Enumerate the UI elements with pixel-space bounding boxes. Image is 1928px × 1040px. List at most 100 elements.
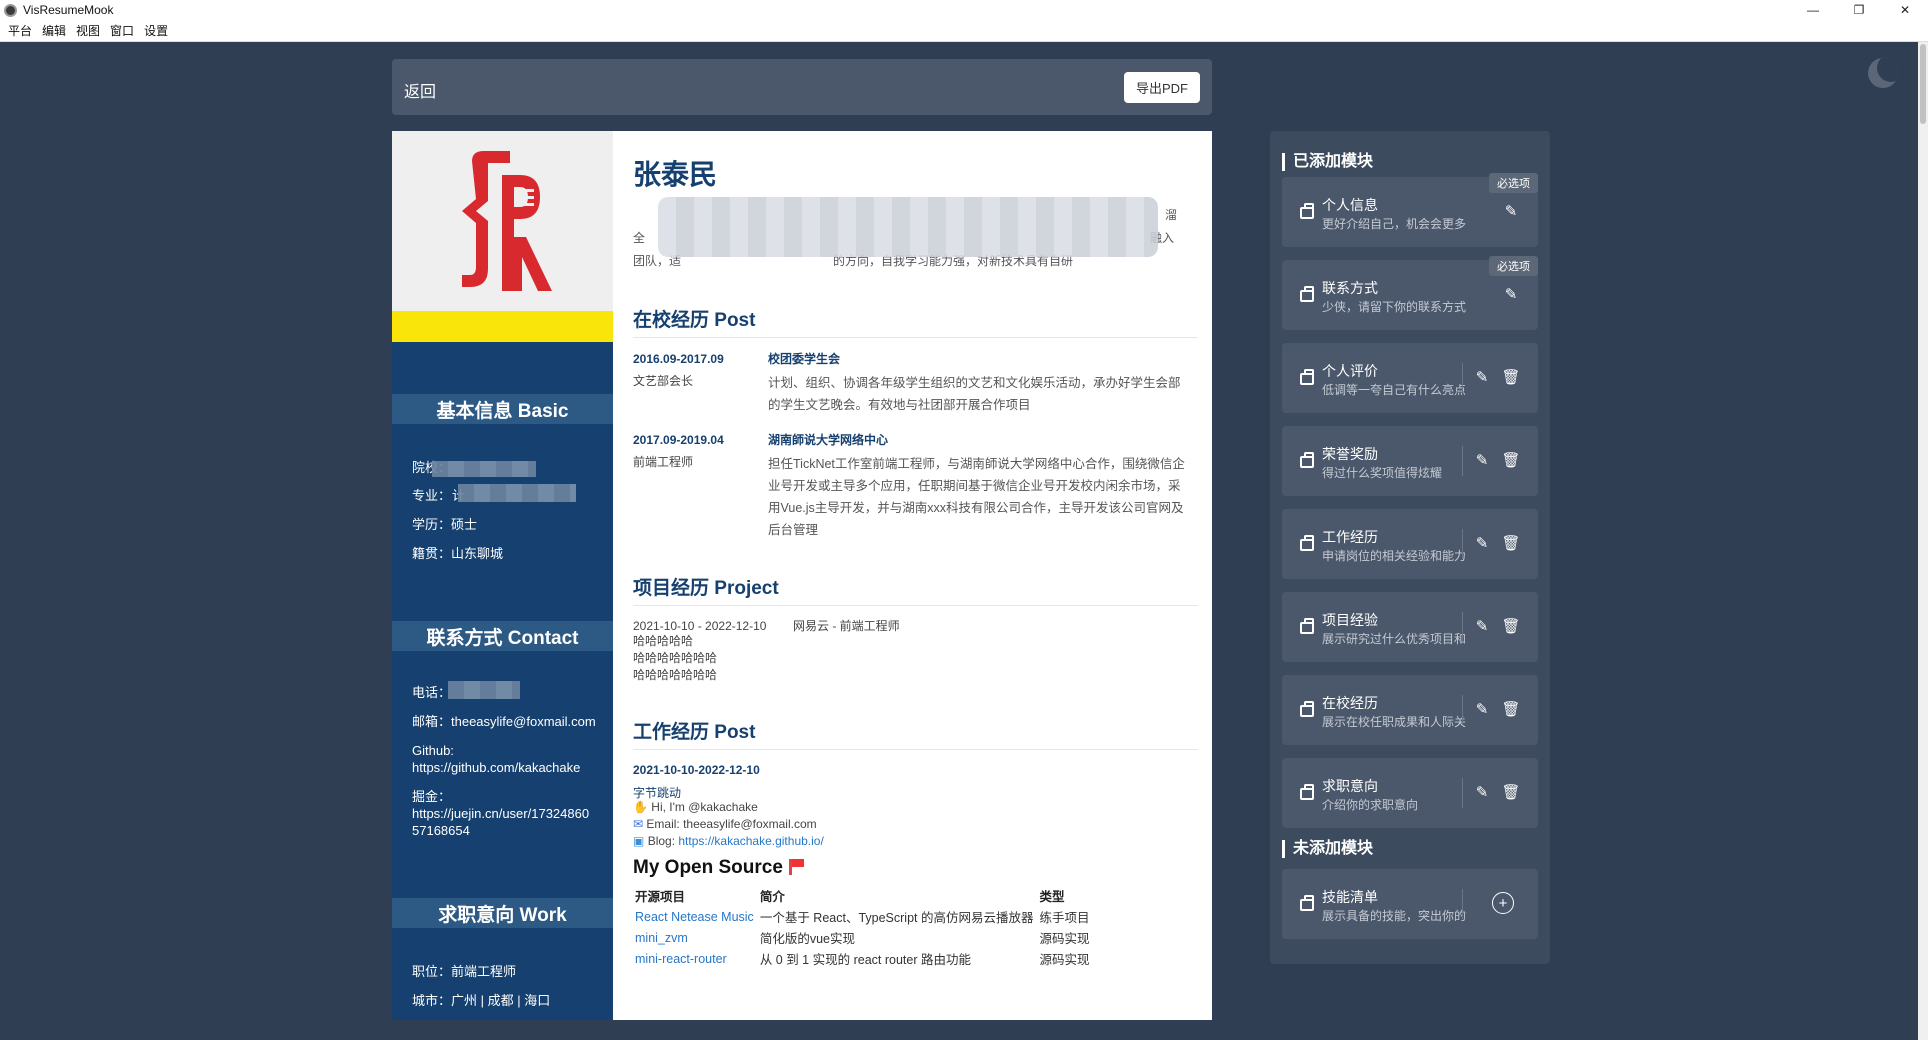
table-header: 开源项目: [635, 890, 686, 904]
module-icon: [1300, 701, 1314, 717]
window-titlebar: VisResumeMook — ❐ ✕: [0, 0, 1928, 20]
edit-icon[interactable]: ✎: [1471, 698, 1493, 720]
edit-icon[interactable]: ✎: [1500, 283, 1522, 305]
edit-icon[interactable]: ✎: [1471, 366, 1493, 388]
menu-edit[interactable]: 编辑: [42, 22, 66, 39]
module-icon: [1300, 535, 1314, 551]
module-name: 荣誉奖励: [1322, 446, 1378, 462]
edit-icon[interactable]: ✎: [1471, 449, 1493, 471]
edit-icon[interactable]: ✎: [1471, 781, 1493, 803]
menu-settings[interactable]: 设置: [144, 22, 168, 39]
scrollbar-thumb[interactable]: [1920, 44, 1926, 124]
work-blog-link[interactable]: https://kakachake.github.io/: [678, 834, 823, 848]
table-header-row: 开源项目 简介 类型: [633, 885, 1093, 906]
trash-icon[interactable]: 🗑: [1500, 366, 1522, 388]
degree: 学历：硕士: [412, 517, 478, 532]
unadded-modules-title: 未添加模块: [1282, 840, 1373, 858]
module-item-skills[interactable]: 技能清单 展示具备的技能，突出你的能力 +: [1282, 869, 1538, 939]
back-button[interactable]: 返回: [404, 78, 436, 102]
redacted-school: [432, 461, 536, 477]
module-item-honors[interactable]: 荣誉奖励 得过什么奖项值得炫耀 ✎ 🗑: [1282, 426, 1538, 496]
module-item-personal-info[interactable]: 必选项 个人信息 更好介绍自己，机会会更多 ✎: [1282, 173, 1538, 247]
required-badge: 必选项: [1489, 173, 1538, 193]
module-item-job-intent[interactable]: 求职意向 介绍你的求职意向 ✎ 🗑: [1282, 758, 1538, 828]
theme-toggle-moon-icon[interactable]: [1868, 58, 1898, 88]
work-blog-line: ▣ Blog: https://kakachake.github.io/: [633, 833, 824, 850]
edit-icon[interactable]: ✎: [1500, 200, 1522, 222]
module-icon: [1300, 895, 1314, 911]
intro-fragment: 溜: [1165, 208, 1178, 222]
trash-icon[interactable]: 🗑: [1500, 532, 1522, 554]
module-item-contact[interactable]: 必选项 联系方式 少侠，请留下你的联系方式 ✎: [1282, 256, 1538, 330]
required-badge: 必选项: [1489, 256, 1538, 276]
redacted-major: [458, 484, 576, 502]
menu-platform[interactable]: 平台: [8, 22, 32, 39]
juejin-url-1[interactable]: https://juejin.cn/user/17324860: [412, 805, 607, 822]
accent-band: [392, 311, 613, 342]
menu-window[interactable]: 窗口: [110, 22, 134, 39]
module-desc: 介绍你的求职意向: [1322, 798, 1419, 812]
mailbox-icon: ✉: [633, 817, 644, 831]
work-email-line: ✉ Email: theeasylife@foxmail.com: [633, 816, 817, 833]
intent-position: 职位：前端工程师: [412, 964, 517, 979]
module-item-work-exp[interactable]: 工作经历 申请岗位的相关经验和能力 ✎ 🗑: [1282, 509, 1538, 579]
divider: [1462, 529, 1463, 559]
module-icon: [1300, 286, 1314, 302]
table-cell: 练手项目: [1039, 911, 1090, 925]
module-desc: 得过什么奖项值得炫耀: [1322, 466, 1443, 480]
work-section-title: 工作经历 Post: [633, 722, 756, 743]
menubar: 平台 编辑 视图 窗口 设置: [0, 20, 1928, 42]
divider: [633, 749, 1198, 750]
window-title: VisResumeMook: [23, 3, 114, 17]
module-desc: 展示研究过什么优秀项目和: [1322, 632, 1467, 646]
campus-role: 前端工程师: [633, 455, 694, 469]
module-panel: 已添加模块 必选项 个人信息 更好介绍自己，机会会更多 ✎ 必选项 联系方式 少…: [1270, 131, 1550, 964]
work-intent-header: 求职意向 Work: [392, 898, 613, 928]
minimize-button[interactable]: —: [1790, 0, 1836, 20]
project-link[interactable]: mini-react-router: [633, 948, 758, 969]
juejin-label: 掘金：: [412, 789, 452, 804]
trash-icon[interactable]: 🗑: [1500, 449, 1522, 471]
redacted-phone: [448, 681, 520, 699]
divider: [1462, 778, 1463, 808]
github-label: Github:: [412, 743, 454, 758]
edit-icon[interactable]: ✎: [1471, 615, 1493, 637]
module-item-projects[interactable]: 项目经验 展示研究过什么优秀项目和 ✎ 🗑: [1282, 592, 1538, 662]
module-name: 求职意向: [1322, 778, 1378, 794]
campus-desc: 担任TickNet工作室前端工程师，与湖南師说大学网络中心合作，围绕微信企业号开…: [768, 457, 1185, 537]
module-item-self-eval[interactable]: 个人评价 低调等一夸自己有什么亮点 ✎ 🗑: [1282, 343, 1538, 413]
flag-icon: [788, 859, 804, 875]
github-url[interactable]: https://github.com/kakachake: [412, 759, 607, 776]
module-icon: [1300, 452, 1314, 468]
edit-icon[interactable]: ✎: [1471, 532, 1493, 554]
module-item-campus[interactable]: 在校经历 展示在校任职成果和人际关 ✎ 🗑: [1282, 675, 1538, 745]
trash-icon[interactable]: 🗑: [1500, 781, 1522, 803]
module-desc: 更好介绍自己，机会会更多: [1322, 217, 1467, 231]
close-button[interactable]: ✕: [1882, 0, 1928, 20]
maximize-button[interactable]: ❐: [1836, 0, 1882, 20]
monitor-icon: ▣: [633, 834, 645, 848]
basic-info-header: 基本信息 Basic: [392, 394, 613, 424]
add-circle-icon[interactable]: +: [1492, 892, 1514, 914]
table-cell: 一个基于 React、TypeScript 的高仿网易云播放器: [759, 911, 1034, 925]
trash-icon[interactable]: 🗑: [1500, 698, 1522, 720]
table-cell: 源码实现: [1039, 932, 1090, 946]
juejin-url-2[interactable]: 57168654: [412, 822, 607, 839]
project-line: 哈哈哈哈哈哈哈: [633, 668, 718, 682]
export-pdf-button[interactable]: 导出PDF: [1123, 72, 1200, 103]
resume-preview: 基本信息 Basic 院校： 专业： 计 学历：硕士 籍贯：山东聊城 联系方式 …: [392, 131, 1212, 1020]
trash-icon[interactable]: 🗑: [1500, 615, 1522, 637]
divider: [1462, 446, 1463, 476]
logo-icon: [462, 151, 552, 291]
project-company: 网易云 - 前端工程师: [793, 619, 900, 633]
menu-view[interactable]: 视图: [76, 22, 100, 39]
page-scrollbar[interactable]: [1918, 42, 1928, 1040]
divider: [633, 337, 1198, 338]
project-line: 哈哈哈哈哈哈哈: [633, 651, 718, 665]
module-name: 在校经历: [1322, 695, 1378, 711]
project-link[interactable]: React Netease Music: [633, 906, 758, 927]
campus-date: 2017.09-2019.04: [633, 433, 724, 447]
hometown: 籍贯：山东聊城: [412, 546, 504, 561]
module-icon: [1300, 784, 1314, 800]
project-link[interactable]: mini_zvm: [633, 927, 758, 948]
